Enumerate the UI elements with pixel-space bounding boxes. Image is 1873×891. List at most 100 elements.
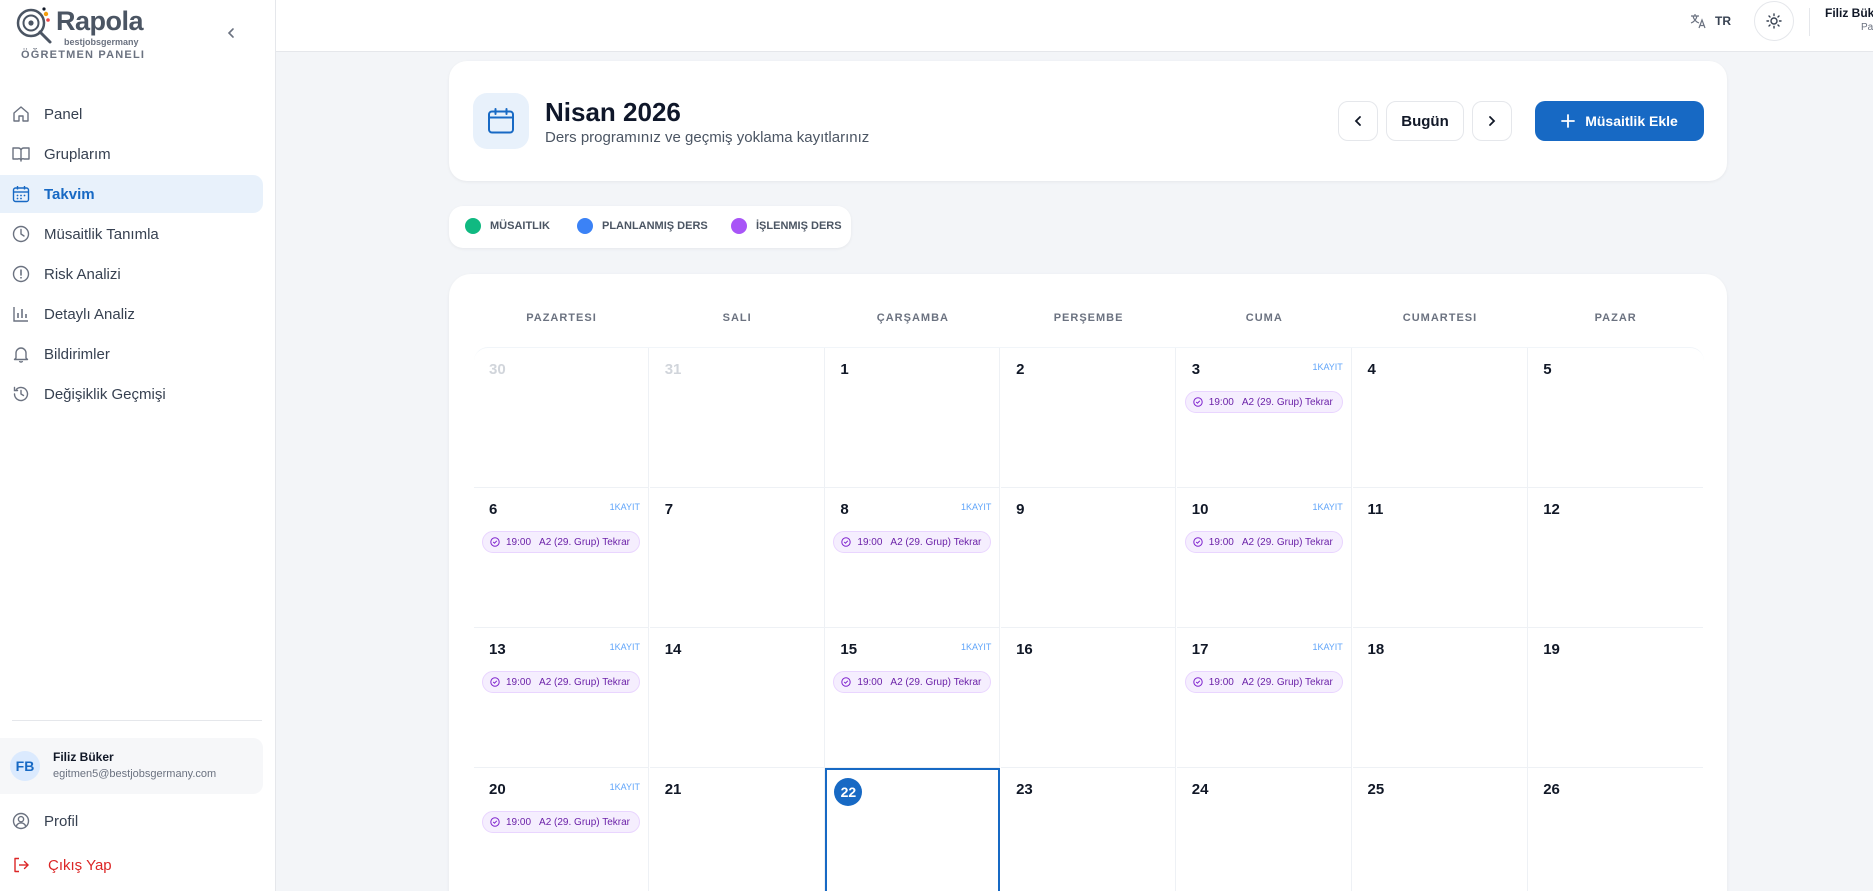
sidebar-item-availability[interactable]: Müsaitlik Tanımla: [0, 215, 263, 253]
sidebar-item-groups[interactable]: Gruplarım: [0, 135, 263, 173]
lesson-event[interactable]: 19:00 A2 (29. Grup) Tekrar: [833, 671, 992, 693]
day-number: 5: [1543, 361, 1552, 378]
profile-link[interactable]: Profil: [0, 804, 263, 838]
day-number: 15: [840, 641, 858, 658]
plus-icon: [1561, 114, 1576, 128]
calendar-day[interactable]: 20 1KAYIT 19:00 A2 (29. Grup) Tekrar: [474, 768, 649, 891]
calendar-day-today[interactable]: 22: [825, 768, 1001, 891]
calendar-day[interactable]: 18: [1352, 628, 1528, 768]
sidebar-item-panel[interactable]: Panel: [0, 95, 263, 133]
day-number: 16: [1016, 641, 1033, 658]
calendar-day[interactable]: 24: [1177, 768, 1352, 891]
weekday-header: CUMA: [1245, 312, 1283, 324]
topbar-user-name[interactable]: Filiz Bük: [1825, 6, 1873, 20]
event-time: 19:00: [857, 536, 883, 548]
calendar-day[interactable]: 25: [1353, 768, 1528, 891]
lesson-event[interactable]: 19:00 A2 (29. Grup) Tekrar: [1184, 391, 1343, 413]
language-selector[interactable]: TR: [1689, 10, 1731, 32]
calendar-day[interactable]: 11: [1352, 488, 1528, 628]
calendar-day[interactable]: 17 1KAYIT 19:00 A2 (29. Grup) Tekrar: [1176, 628, 1352, 768]
day-number: 22: [834, 778, 863, 806]
calendar-day[interactable]: 10 1KAYIT 19:00 A2 (29. Grup) Tekrar: [1176, 488, 1352, 628]
calendar-day[interactable]: 1: [825, 348, 1001, 488]
sidebar-item-notifications[interactable]: Bildirimler: [0, 335, 263, 373]
add-availability-button[interactable]: Müsaitlik Ekle: [1535, 101, 1704, 141]
topbar-user-role: Par: [1861, 22, 1873, 33]
weekday-header: PAZARTESI: [526, 312, 597, 324]
next-month-button[interactable]: [1472, 101, 1512, 141]
app-root: Rapola bestjobsgermany ÖĞRETMEN PANELI P…: [0, 0, 1873, 891]
day-number: 13: [489, 641, 506, 658]
calendar-day[interactable]: 13 1KAYIT 19:00 A2 (29. Grup) Tekrar: [474, 628, 649, 768]
day-number: 20: [489, 781, 506, 798]
sun-icon: [1766, 13, 1782, 29]
day-number: 25: [1367, 781, 1385, 798]
sidebar-item-detailed-analysis[interactable]: Detaylı Analiz: [0, 295, 263, 333]
clock-check-icon: [1193, 397, 1203, 407]
lesson-event[interactable]: 19:00 A2 (29. Grup) Tekrar: [482, 811, 640, 833]
day-number: 23: [1016, 781, 1033, 798]
calendar-day[interactable]: 5: [1528, 348, 1704, 488]
calendar-day[interactable]: 4: [1352, 348, 1528, 488]
event-title: A2 (29. Grup) Tekrar: [1241, 396, 1333, 408]
topbar: TR Filiz Bük Par: [276, 0, 1873, 52]
previous-month-button[interactable]: [1338, 101, 1378, 141]
logout-icon: [14, 857, 29, 873]
lesson-event[interactable]: 19:00 A2 (29. Grup) Tekrar: [833, 531, 992, 553]
legend-label: PLANLANMIŞ DERS: [602, 220, 708, 232]
calendar-day[interactable]: 2: [1001, 348, 1177, 488]
event-time: 19:00: [1208, 536, 1234, 548]
calendar-day[interactable]: 31: [649, 348, 825, 488]
collapse-sidebar-button[interactable]: [220, 22, 242, 44]
event-time: 19:00: [506, 676, 532, 688]
theme-toggle-button[interactable]: [1754, 1, 1794, 41]
calendar-grid: 30 31 1 2 3 1KAYIT 19:00 A2 (29. Grup) Tekrar 4 5…: [474, 347, 1704, 891]
calendar-day[interactable]: 19: [1528, 628, 1704, 768]
record-count-badge: 1KAYIT: [1312, 362, 1343, 372]
calendar-day[interactable]: 3 1KAYIT 19:00 A2 (29. Grup) Tekrar: [1176, 348, 1352, 488]
rapola-logo-icon: [16, 7, 52, 44]
calendar-day[interactable]: 15 1KAYIT 19:00 A2 (29. Grup) Tekrar: [825, 628, 1001, 768]
calendar-day[interactable]: 12: [1528, 488, 1704, 628]
day-number: 1: [840, 361, 849, 378]
event-title: A2 (29. Grup) Tekrar: [1241, 536, 1333, 548]
calendar-day[interactable]: 7: [649, 488, 825, 628]
page-subtitle: Ders programınız ve geçmiş yoklama kayıt…: [545, 129, 870, 146]
today-button[interactable]: Bugün: [1386, 101, 1464, 141]
panel-label: ÖĞRETMEN PANELI: [21, 49, 146, 61]
lesson-event[interactable]: 19:00 A2 (29. Grup) Tekrar: [1184, 671, 1343, 693]
calendar-day[interactable]: 6 1KAYIT 19:00 A2 (29. Grup) Tekrar: [474, 488, 649, 628]
calendar-day[interactable]: 21: [650, 768, 825, 891]
day-number: 10: [1191, 501, 1209, 518]
calendar-header-card: Nisan 2026 Ders programınız ve geçmiş yo…: [449, 61, 1727, 181]
legend-dot: [465, 218, 481, 234]
sidebar-item-risk-analysis[interactable]: Risk Analizi: [0, 255, 263, 293]
calendar-day[interactable]: 23: [1001, 768, 1177, 891]
lesson-event[interactable]: 19:00 A2 (29. Grup) Tekrar: [1184, 531, 1343, 553]
sidebar-item-label: Bildirimler: [44, 345, 110, 363]
sidebar-item-change-history[interactable]: Değişiklik Geçmişi: [0, 375, 263, 413]
lesson-event[interactable]: 19:00 A2 (29. Grup) Tekrar: [482, 531, 640, 553]
calendar-badge: [473, 93, 529, 149]
day-number: 4: [1367, 361, 1376, 378]
page-title: Nisan 2026: [545, 97, 681, 127]
user-card[interactable]: FB Filiz Büker egitmen5@bestjobsgermany.…: [0, 738, 263, 794]
calendar-icon: [488, 108, 514, 134]
calendar-day[interactable]: 8 1KAYIT 19:00 A2 (29. Grup) Tekrar: [825, 488, 1001, 628]
calendar-day[interactable]: 26: [1528, 768, 1703, 891]
calendar-day[interactable]: 30: [474, 348, 649, 488]
logout-label: Çıkış Yap: [48, 856, 112, 874]
calendar-day[interactable]: 9: [1001, 488, 1177, 628]
lesson-event[interactable]: 19:00 A2 (29. Grup) Tekrar: [482, 671, 640, 693]
sidebar: Rapola bestjobsgermany ÖĞRETMEN PANELI P…: [0, 0, 276, 891]
sidebar-item-calendar[interactable]: Takvim: [0, 175, 263, 213]
logout-button[interactable]: Çıkış Yap: [0, 848, 263, 882]
weekday-header: PERŞEMBE: [1053, 312, 1124, 324]
calendar-day[interactable]: 14: [649, 628, 825, 768]
record-count-badge: 1KAYIT: [961, 642, 992, 652]
history-icon: [13, 386, 29, 402]
sidebar-item-label: Takvim: [44, 185, 95, 203]
event-title: A2 (29. Grup) Tekrar: [539, 536, 630, 548]
topbar-separator: [1809, 8, 1810, 36]
calendar-day[interactable]: 16: [1001, 628, 1177, 768]
